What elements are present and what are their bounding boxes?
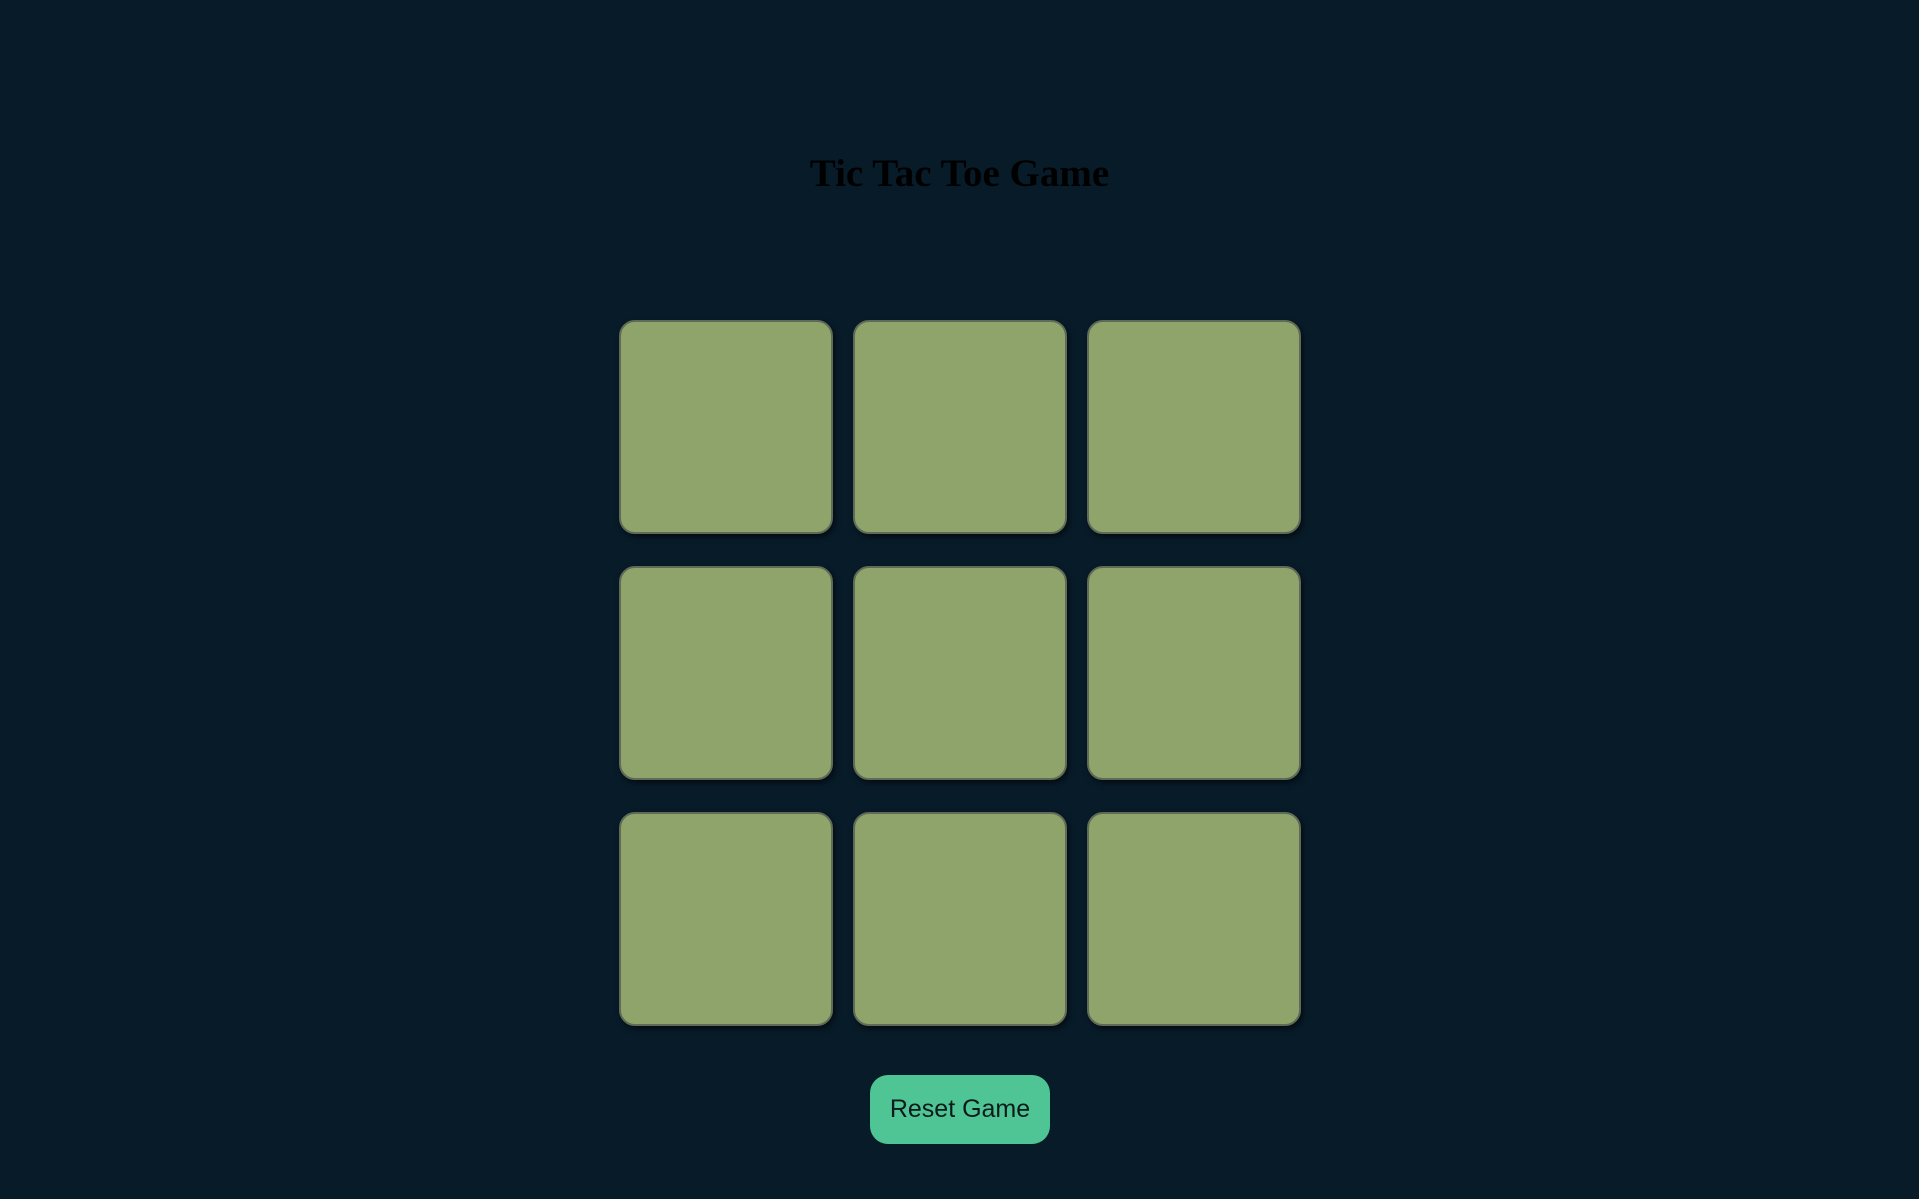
page-title: Tic Tac Toe Game — [809, 152, 1110, 195]
board-cell-1[interactable] — [619, 320, 833, 534]
board-cell-6[interactable] — [1087, 566, 1301, 780]
board-cell-7[interactable] — [619, 812, 833, 1026]
board-cell-4[interactable] — [619, 566, 833, 780]
board-cell-5[interactable] — [853, 566, 1067, 780]
game-board — [619, 320, 1301, 1026]
board-cell-2[interactable] — [853, 320, 1067, 534]
board-cell-9[interactable] — [1087, 812, 1301, 1026]
board-cell-8[interactable] — [853, 812, 1067, 1026]
board-cell-3[interactable] — [1087, 320, 1301, 534]
reset-game-button[interactable]: Reset Game — [870, 1075, 1050, 1144]
